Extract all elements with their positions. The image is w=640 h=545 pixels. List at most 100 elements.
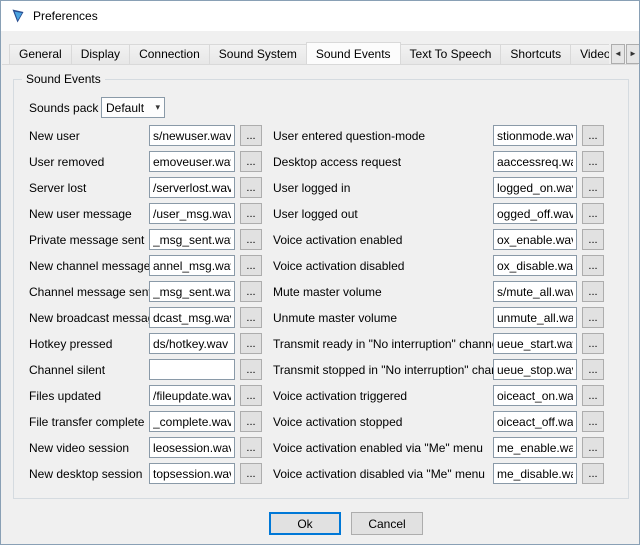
sounds-pack-label: Sounds pack (29, 101, 98, 115)
browse-button[interactable]: ... (582, 203, 604, 224)
event-label: New channel message (29, 259, 150, 273)
event-label: User logged in (273, 181, 350, 195)
tab-shortcuts[interactable]: Shortcuts (500, 44, 571, 64)
sound-file-input[interactable] (493, 255, 577, 276)
sound-file-input[interactable] (149, 385, 235, 406)
browse-button[interactable]: ... (582, 255, 604, 276)
browse-button[interactable]: ... (582, 229, 604, 250)
sound-event-row: New desktop session ... (29, 463, 262, 484)
sound-file-input[interactable] (149, 333, 235, 354)
sound-event-row: Voice activation triggered ... (273, 385, 605, 406)
browse-button[interactable]: ... (240, 385, 262, 406)
browse-button[interactable]: ... (582, 177, 604, 198)
cancel-button[interactable]: Cancel (351, 512, 423, 535)
browse-button[interactable]: ... (240, 281, 262, 302)
tab-scroll-left-button[interactable]: ◄ (611, 44, 625, 64)
browse-button[interactable]: ... (240, 125, 262, 146)
group-title: Sound Events (22, 72, 105, 86)
tab-video[interactable]: Video (570, 44, 609, 64)
tab-display[interactable]: Display (71, 44, 130, 64)
event-label: Voice activation triggered (273, 389, 407, 403)
browse-button[interactable]: ... (240, 307, 262, 328)
sound-event-row: File transfer complete ... (29, 411, 262, 432)
browse-button[interactable]: ... (582, 411, 604, 432)
browse-button[interactable]: ... (582, 151, 604, 172)
sound-file-input[interactable] (149, 411, 235, 432)
sound-file-input[interactable] (149, 307, 235, 328)
browse-button[interactable]: ... (582, 385, 604, 406)
browse-button[interactable]: ... (240, 255, 262, 276)
app-logo-icon (10, 8, 26, 24)
sound-event-row: Voice activation enabled via "Me" menu .… (273, 437, 605, 458)
event-label: Transmit stopped in "No interruption" ch… (273, 363, 514, 377)
sound-file-input[interactable] (149, 255, 235, 276)
sound-event-row: Voice activation enabled ... (273, 229, 605, 250)
browse-button[interactable]: ... (240, 203, 262, 224)
sound-file-input[interactable] (149, 463, 235, 484)
browse-button[interactable]: ... (582, 359, 604, 380)
sound-event-row: Channel silent ... (29, 359, 262, 380)
browse-button[interactable]: ... (240, 359, 262, 380)
event-label: Channel message sent (29, 285, 152, 299)
tab-sound-system[interactable]: Sound System (209, 44, 307, 64)
sound-file-input[interactable] (493, 307, 577, 328)
event-label: Desktop access request (273, 155, 401, 169)
browse-button[interactable]: ... (240, 333, 262, 354)
sound-file-input[interactable] (493, 385, 577, 406)
event-label: Voice activation disabled (273, 259, 404, 273)
browse-button[interactable]: ... (240, 437, 262, 458)
sound-file-input[interactable] (149, 151, 235, 172)
tab-sound-events[interactable]: Sound Events (306, 42, 401, 64)
sound-file-input[interactable] (493, 177, 577, 198)
ok-button[interactable]: Ok (269, 512, 341, 535)
event-label: New broadcast message (29, 311, 161, 325)
sound-event-row: Unmute master volume ... (273, 307, 605, 328)
sound-file-input[interactable] (149, 177, 235, 198)
sound-file-input[interactable] (149, 203, 235, 224)
event-label: Voice activation enabled via "Me" menu (273, 441, 483, 455)
sound-file-input[interactable] (493, 333, 577, 354)
browse-button[interactable]: ... (582, 333, 604, 354)
browse-button[interactable]: ... (240, 463, 262, 484)
preferences-dialog: Preferences General Display Connection S… (0, 0, 640, 545)
browse-button[interactable]: ... (240, 229, 262, 250)
browse-button[interactable]: ... (240, 411, 262, 432)
event-label: File transfer complete (29, 415, 144, 429)
sound-event-row: Desktop access request ... (273, 151, 605, 172)
sound-file-input[interactable] (493, 125, 577, 146)
sound-file-input[interactable] (493, 437, 577, 458)
sound-file-input[interactable] (493, 203, 577, 224)
sound-event-row: Mute master volume ... (273, 281, 605, 302)
sound-file-input[interactable] (493, 359, 577, 380)
sound-file-input[interactable] (149, 359, 235, 380)
sound-file-input[interactable] (149, 281, 235, 302)
browse-button[interactable]: ... (582, 281, 604, 302)
sound-event-row: Hotkey pressed ... (29, 333, 262, 354)
tab-text-to-speech[interactable]: Text To Speech (400, 44, 502, 64)
sound-file-input[interactable] (149, 437, 235, 458)
browse-button[interactable]: ... (240, 151, 262, 172)
sound-file-input[interactable] (493, 463, 577, 484)
sound-event-row: User entered question-mode ... (273, 125, 605, 146)
event-label: New user message (29, 207, 132, 221)
sound-event-row: Channel message sent ... (29, 281, 262, 302)
sound-file-input[interactable] (149, 125, 235, 146)
sound-event-row: Transmit stopped in "No interruption" ch… (273, 359, 605, 380)
event-label: Unmute master volume (273, 311, 397, 325)
sounds-pack-select[interactable]: Default ▾ (101, 97, 165, 118)
sound-file-input[interactable] (493, 229, 577, 250)
event-label: Voice activation enabled (273, 233, 402, 247)
sound-file-input[interactable] (493, 281, 577, 302)
sound-file-input[interactable] (493, 411, 577, 432)
tab-scroll-right-button[interactable]: ► (626, 44, 640, 64)
sound-file-input[interactable] (493, 151, 577, 172)
browse-button[interactable]: ... (582, 125, 604, 146)
tab-connection[interactable]: Connection (129, 44, 210, 64)
browse-button[interactable]: ... (582, 463, 604, 484)
browse-button[interactable]: ... (240, 177, 262, 198)
sounds-pack-value: Default (106, 101, 144, 115)
browse-button[interactable]: ... (582, 307, 604, 328)
tab-general[interactable]: General (9, 44, 72, 64)
sound-file-input[interactable] (149, 229, 235, 250)
browse-button[interactable]: ... (582, 437, 604, 458)
